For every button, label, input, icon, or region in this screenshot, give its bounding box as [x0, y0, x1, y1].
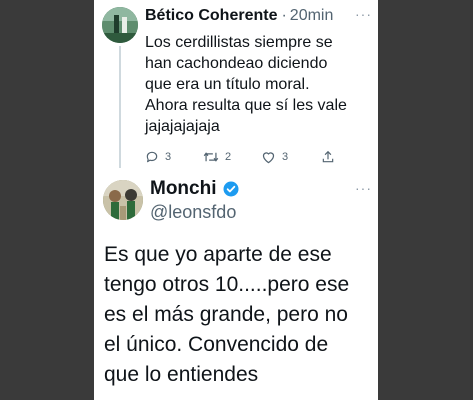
reply-tweet[interactable]: Bético Coherente · 20min ··· Los cerdill…: [94, 0, 378, 170]
verified-badge-icon: [222, 180, 240, 198]
share-icon: [322, 150, 334, 163]
text-line: que era un título moral.: [145, 76, 310, 93]
text-line: tengo otros 10.....pero ese: [104, 273, 350, 296]
main-header: Monchi: [150, 178, 240, 200]
tweet-card: Bético Coherente · 20min ··· Los cerdill…: [94, 0, 378, 400]
screenshot-frame: Bético Coherente · 20min ··· Los cerdill…: [0, 0, 473, 400]
action-bar: 3 2 3: [145, 148, 375, 166]
retweet-icon: [203, 152, 219, 162]
reply-header: Bético Coherente · 20min: [145, 7, 333, 25]
thread-line: [119, 46, 121, 168]
text-line: jajajajajaja: [145, 118, 220, 135]
share-action[interactable]: [321, 150, 335, 164]
avatar[interactable]: [103, 180, 143, 220]
more-options-icon[interactable]: ···: [355, 6, 372, 22]
text-line: Los cerdillistas siempre se: [145, 34, 333, 51]
avatar[interactable]: [102, 7, 138, 43]
text-line: Es que yo aparte de ese: [104, 243, 332, 266]
text-line: han cachondeao diciendo: [145, 55, 328, 72]
retweet-action[interactable]: 2: [203, 150, 261, 164]
reply-icon: [146, 151, 158, 163]
retweet-count: 2: [225, 151, 232, 163]
reply-action[interactable]: 3: [145, 150, 203, 164]
separator-dot: ·: [281, 7, 287, 24]
reply-text: Los cerdillistas siempre se han cachonde…: [145, 32, 371, 137]
like-count: 3: [282, 151, 289, 163]
tweet-text: Es que yo aparte de ese tengo otros 10..…: [104, 240, 376, 390]
author-handle[interactable]: @leonsfdo: [150, 202, 236, 223]
reply-count: 3: [165, 151, 172, 163]
text-line: es el más grande, pero no: [104, 303, 348, 326]
text-line: el único. Convencido de: [104, 333, 329, 356]
like-action[interactable]: 3: [261, 150, 321, 164]
heart-icon: [262, 152, 275, 164]
more-options-icon[interactable]: ···: [355, 180, 372, 196]
text-line: Ahora resulta que sí les vale: [145, 97, 347, 114]
text-line: que lo entiendes: [104, 363, 259, 386]
avatar-image: [102, 7, 138, 43]
avatar-image: [103, 180, 143, 220]
author-name[interactable]: Bético Coherente: [145, 7, 277, 25]
author-name[interactable]: Monchi: [150, 178, 217, 200]
timestamp[interactable]: 20min: [290, 7, 334, 25]
